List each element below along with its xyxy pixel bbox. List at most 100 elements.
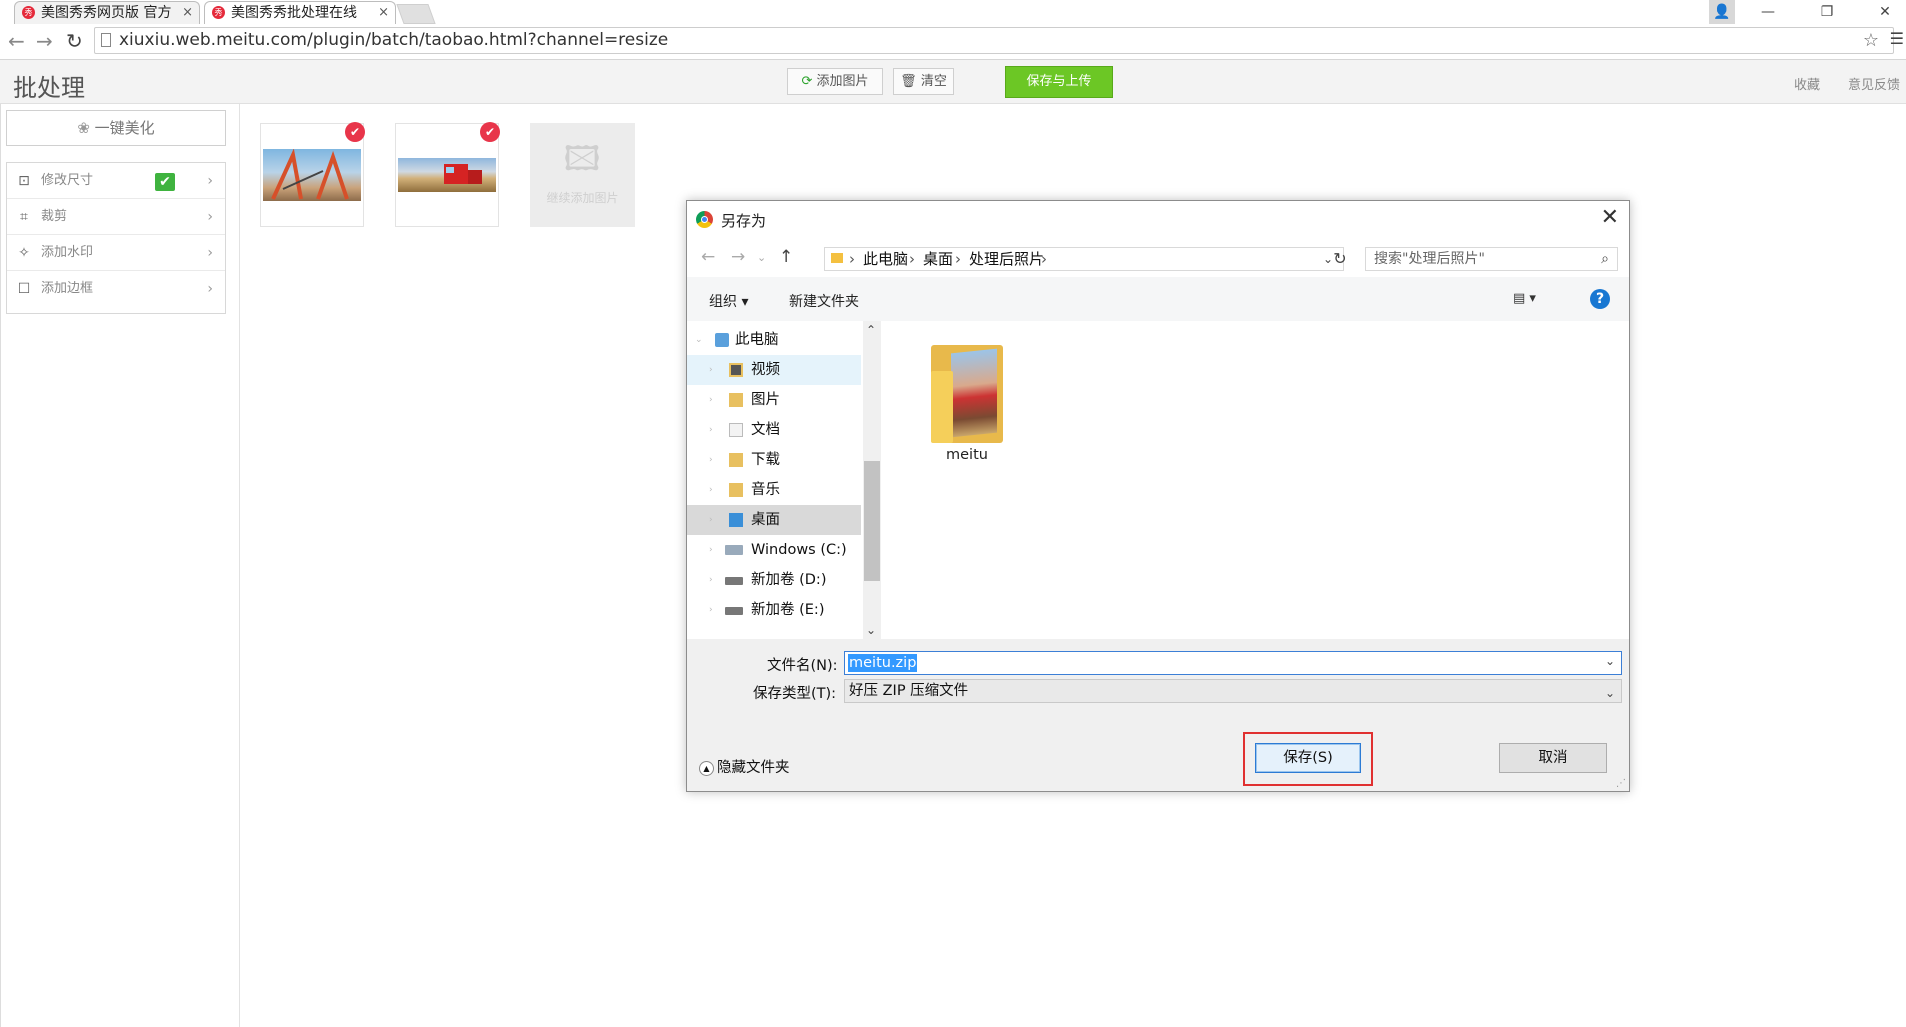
cancel-button[interactable]: 取消 (1499, 743, 1607, 773)
nav-item-downloads[interactable]: › 下载 (687, 445, 861, 475)
nav-item-drive-e[interactable]: › 新加卷 (E:) (687, 595, 861, 625)
tool-resize[interactable]: ⊡ 修改尺寸 ✔ › (7, 163, 225, 199)
collapse-icon: ▲ (699, 760, 714, 776)
browser-tab-bar: 秀 美图秀秀网页版 官方 × 秀 美图秀秀批处理在线 × 👤 — ❐ ✕ (0, 0, 1906, 24)
scrollbar-thumb[interactable] (864, 461, 880, 581)
chevron-down-icon[interactable]: ⌄ (866, 623, 876, 637)
nav-item-videos[interactable]: › 视频 (687, 355, 861, 385)
tool-border[interactable]: ☐ 添加边框 › (7, 271, 225, 307)
add-image-button[interactable]: ⟳ 添加图片 (787, 68, 883, 95)
tool-label: 添加水印 (41, 245, 94, 260)
search-input[interactable]: 搜索"处理后照片" ⌕ (1365, 247, 1618, 271)
breadcrumb-item[interactable]: 此电脑 (863, 248, 908, 270)
expand-caret-icon: › (709, 395, 713, 405)
border-icon: ☐ (17, 281, 31, 297)
bookmark-star-icon[interactable]: ☆ (1863, 28, 1879, 53)
breadcrumb-item[interactable]: 处理后照片 (969, 248, 1044, 270)
forward-arrow-icon[interactable]: → (36, 30, 53, 52)
selected-check-icon[interactable]: ✔ (480, 122, 500, 142)
nav-scrollbar[interactable]: ⌃ ⌄ (863, 321, 881, 639)
hide-folders-toggle[interactable]: ▲ 隐藏文件夹 (699, 756, 790, 777)
back-arrow-icon[interactable]: ← (701, 247, 715, 267)
filetype-value: 好压 ZIP 压缩文件 (849, 683, 969, 699)
tool-crop[interactable]: ⌗ 裁剪 › (7, 199, 225, 235)
url-input[interactable]: xiuxiu.web.meitu.com/plugin/batch/taobao… (94, 27, 1894, 54)
image-thumbnail[interactable]: ✔ (260, 122, 365, 227)
chevron-down-icon[interactable]: ⌄ (1605, 682, 1615, 704)
selected-check-icon[interactable]: ✔ (345, 122, 365, 142)
up-folder-icon[interactable]: ↑ (779, 247, 793, 267)
refresh-icon[interactable]: ↻ (1329, 247, 1351, 271)
app-header: 批处理 ⟳ 添加图片 🗑 清空 保存与上传 收藏 意见反馈 (0, 60, 1906, 104)
nav-item-music[interactable]: › 音乐 (687, 475, 861, 505)
hide-folders-label: 隐藏文件夹 (717, 760, 790, 776)
filetype-select[interactable]: 好压 ZIP 压缩文件 ⌄ (844, 679, 1622, 703)
nav-item-pictures[interactable]: › 图片 (687, 385, 861, 415)
nav-label: 桌面 (751, 512, 780, 528)
nav-label: Windows (C:) (751, 542, 847, 558)
tool-label: 修改尺寸 (41, 173, 94, 188)
window-close-icon[interactable]: ✕ (1864, 0, 1906, 24)
thumbnail-image (398, 158, 496, 192)
save-upload-button[interactable]: 保存与上传 (1005, 66, 1113, 98)
new-folder-button[interactable]: 新建文件夹 (789, 291, 859, 311)
reload-icon[interactable]: ↻ (66, 30, 83, 52)
restore-icon[interactable]: ❐ (1806, 0, 1848, 24)
folder-item[interactable]: meitu (927, 343, 1007, 463)
recent-locations-icon[interactable]: ⌄ (757, 251, 766, 264)
chevron-down-icon[interactable]: ⌄ (1605, 654, 1615, 668)
breadcrumb-item[interactable]: 桌面 (923, 248, 953, 270)
dialog-close-icon[interactable]: ✕ (1601, 205, 1619, 230)
view-options-icon[interactable]: ▤ ▾ (1513, 291, 1553, 309)
chevron-up-icon[interactable]: ⌃ (866, 323, 876, 337)
nav-item-desktop[interactable]: › 桌面 (687, 505, 861, 535)
feedback-link[interactable]: 意见反馈 (1848, 74, 1900, 93)
chevron-right-icon: › (207, 245, 213, 261)
organize-menu[interactable]: 组织 ▾ (709, 291, 748, 311)
chevron-right-icon: › (207, 173, 213, 189)
expand-caret-icon: › (709, 605, 713, 615)
user-profile-icon[interactable]: 👤 (1709, 0, 1735, 24)
tab-meitu-web[interactable]: 秀 美图秀秀网页版 官方 × (14, 1, 200, 24)
drive-icon (725, 545, 743, 555)
save-button[interactable]: 保存(S) (1255, 743, 1361, 773)
image-thumbnail[interactable]: ✔ (395, 122, 500, 227)
clear-label: 清空 (920, 74, 947, 89)
resize-grip-icon[interactable]: ⋰ (1616, 778, 1626, 789)
tool-watermark[interactable]: ✧ 添加水印 › (7, 235, 225, 271)
navigation-pane: ⌄ 此电脑 › 视频 › 图片 › 文档 › 下载 › 音乐 › 桌面 › Wi… (687, 321, 883, 639)
breadcrumb-separator: › (1041, 250, 1047, 268)
clear-button[interactable]: 🗑 清空 (893, 68, 954, 95)
breadcrumb[interactable]: › 此电脑 › 桌面 › 处理后照片 › ⌄ (824, 247, 1344, 271)
help-icon[interactable]: ? (1590, 289, 1610, 309)
filename-input[interactable]: meitu.zip ⌄ (844, 651, 1622, 675)
nav-item-drive-c[interactable]: › Windows (C:) (687, 535, 861, 565)
page-icon (101, 33, 111, 47)
add-more-images-button[interactable]: 🖾 继续添加图片 (530, 123, 635, 227)
page-title: 批处理 (13, 74, 85, 102)
nav-label: 此电脑 (735, 332, 779, 348)
nav-label: 下载 (751, 452, 780, 468)
meitu-favicon-icon: 秀 (212, 6, 225, 19)
minimize-icon[interactable]: — (1747, 0, 1789, 24)
expand-caret-icon: › (709, 575, 713, 585)
nav-label: 新加卷 (E:) (751, 602, 825, 618)
drive-icon (725, 577, 743, 585)
back-arrow-icon[interactable]: ← (8, 30, 25, 52)
tab-meitu-batch[interactable]: 秀 美图秀秀批处理在线 × (204, 1, 396, 24)
new-tab-button[interactable] (396, 4, 436, 24)
nav-item-documents[interactable]: › 文档 (687, 415, 861, 445)
desktop-folder-icon (729, 513, 743, 527)
dialog-title: 另存为 (721, 212, 767, 230)
nav-item-drive-d[interactable]: › 新加卷 (D:) (687, 565, 861, 595)
tab-close-icon[interactable]: × (182, 2, 193, 24)
forward-arrow-icon[interactable]: → (731, 247, 745, 267)
search-icon: ⌕ (1601, 251, 1609, 267)
tab-close-icon[interactable]: × (378, 2, 389, 24)
nav-item-this-pc[interactable]: ⌄ 此电脑 (687, 325, 861, 355)
music-folder-icon (729, 483, 743, 497)
favorite-link[interactable]: 收藏 (1794, 74, 1820, 93)
one-click-beautify-button[interactable]: ❀ 一键美化 (6, 110, 226, 146)
add-more-label: 继续添加图片 (546, 191, 619, 205)
browser-menu-icon[interactable]: ☰ (1890, 29, 1904, 48)
